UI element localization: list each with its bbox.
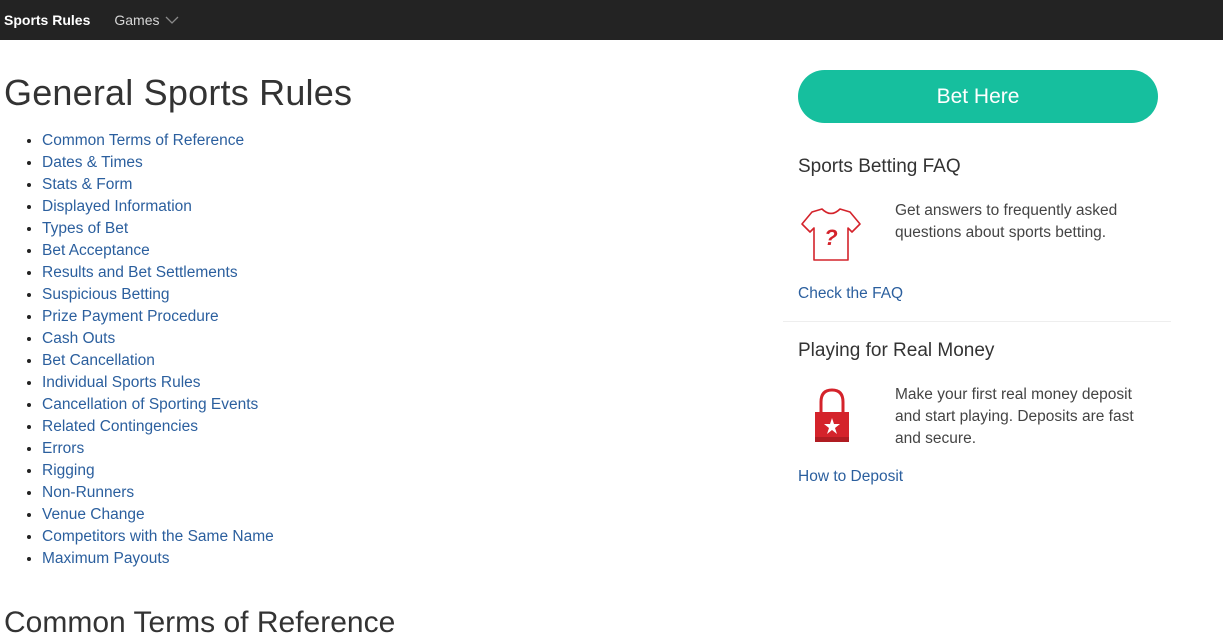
toc-item: Maximum Payouts <box>42 548 274 570</box>
toc-link[interactable]: Dates & Times <box>42 154 143 171</box>
section-divider <box>783 321 1171 322</box>
toc-item: Stats & Form <box>42 174 274 196</box>
real-money-title: Playing for Real Money <box>798 340 995 361</box>
toc-link[interactable]: Cancellation of Sporting Events <box>42 396 258 413</box>
toc-item: Suspicious Betting <box>42 284 274 306</box>
toc-item: Displayed Information <box>42 196 274 218</box>
toc-item: Venue Change <box>42 504 274 526</box>
toc-link[interactable]: Common Terms of Reference <box>42 132 244 149</box>
padlock-star-icon <box>815 388 849 442</box>
toc-link[interactable]: Competitors with the Same Name <box>42 528 274 545</box>
nav-sports-rules[interactable]: Sports Rules <box>4 12 90 28</box>
real-money-description: Make your first real money deposit and s… <box>895 386 1134 447</box>
page-title: General Sports Rules <box>4 72 353 113</box>
toc-item: Competitors with the Same Name <box>42 526 274 548</box>
toc-link[interactable]: Results and Bet Settlements <box>42 264 238 281</box>
table-of-contents: Common Terms of Reference Dates & Times St… <box>24 130 274 570</box>
toc-item: Dates & Times <box>42 152 274 174</box>
toc-link[interactable]: Related Contingencies <box>42 418 198 435</box>
toc-item: Bet Cancellation <box>42 350 274 372</box>
nav-games-label: Games <box>114 12 160 28</box>
toc-link[interactable]: Displayed Information <box>42 198 192 215</box>
toc-link[interactable]: Non-Runners <box>42 484 134 501</box>
nav-games-dropdown[interactable]: Games <box>114 12 179 28</box>
toc-link[interactable]: Stats & Form <box>42 176 132 193</box>
toc-link[interactable]: Prize Payment Procedure <box>42 308 219 325</box>
bet-here-button[interactable]: Bet Here <box>798 70 1158 123</box>
chevron-down-icon <box>166 16 179 24</box>
faq-title: Sports Betting FAQ <box>798 156 961 177</box>
toc-item: Cancellation of Sporting Events <box>42 394 274 416</box>
toc-link[interactable]: Rigging <box>42 462 95 479</box>
shirt-question-icon: ? <box>801 208 861 261</box>
toc-item: Prize Payment Procedure <box>42 306 274 328</box>
toc-link[interactable]: Cash Outs <box>42 330 115 347</box>
toc-link[interactable]: Bet Cancellation <box>42 352 155 369</box>
toc-item: Types of Bet <box>42 218 274 240</box>
toc-item: Bet Acceptance <box>42 240 274 262</box>
toc-item: Non-Runners <box>42 482 274 504</box>
svg-text:?: ? <box>824 225 837 250</box>
toc-link[interactable]: Maximum Payouts <box>42 550 169 567</box>
toc-link[interactable]: Bet Acceptance <box>42 242 150 259</box>
top-navigation-bar: Sports Rules Games <box>0 0 1223 40</box>
toc-item: Results and Bet Settlements <box>42 262 274 284</box>
faq-description: Get answers to frequently asked question… <box>895 202 1118 241</box>
toc-item: Common Terms of Reference <box>42 130 274 152</box>
toc-item: Related Contingencies <box>42 416 274 438</box>
check-faq-link[interactable]: Check the FAQ <box>798 285 903 303</box>
toc-link[interactable]: Venue Change <box>42 506 145 523</box>
toc-item: Errors <box>42 438 274 460</box>
how-to-deposit-link[interactable]: How to Deposit <box>798 468 903 486</box>
section-heading: Common Terms of Reference <box>4 606 396 639</box>
toc-link[interactable]: Types of Bet <box>42 220 128 237</box>
toc-link[interactable]: Errors <box>42 440 84 457</box>
toc-link[interactable]: Individual Sports Rules <box>42 374 201 391</box>
toc-item: Cash Outs <box>42 328 274 350</box>
toc-item: Rigging <box>42 460 274 482</box>
toc-item: Individual Sports Rules <box>42 372 274 394</box>
toc-link[interactable]: Suspicious Betting <box>42 286 170 303</box>
